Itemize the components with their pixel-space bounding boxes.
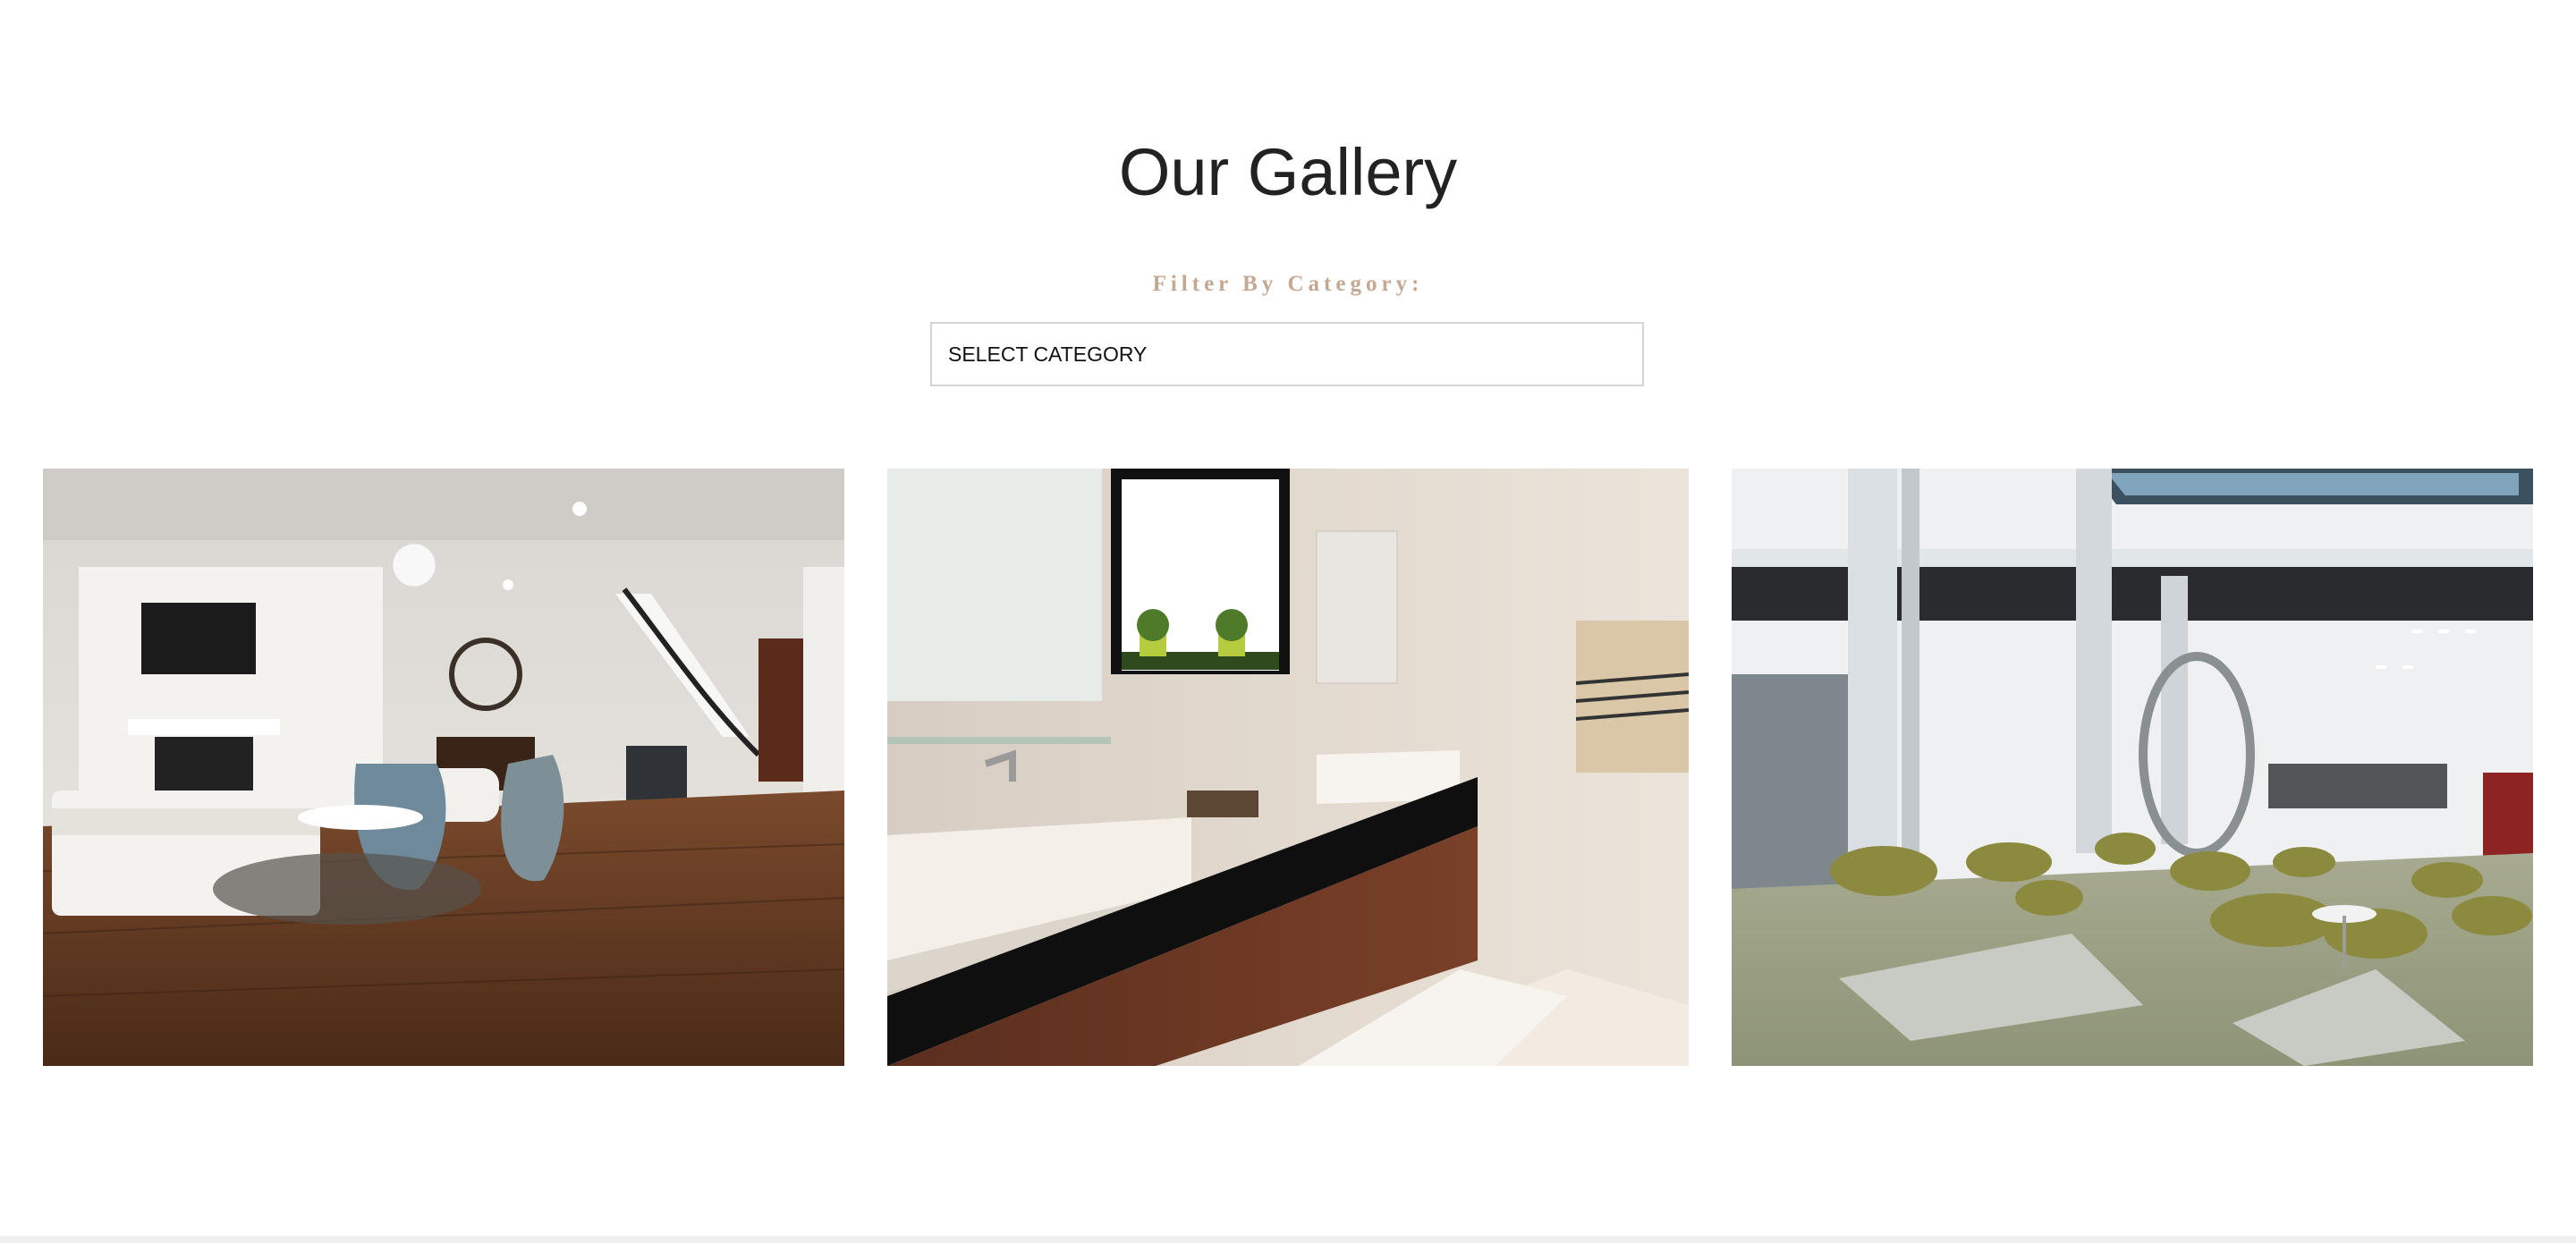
- gallery-item-office-lobby[interactable]: [1732, 469, 2533, 1066]
- footer-divider: [0, 1236, 2576, 1243]
- gallery-item-bathroom[interactable]: [887, 469, 1689, 1066]
- office-lobby-image: [1732, 469, 2533, 1066]
- gallery-grid: [43, 469, 2533, 1066]
- gallery-page: Our Gallery Filter By Category: SELECT C…: [0, 0, 2576, 1243]
- category-select-value: SELECT CATEGORY: [948, 342, 1148, 366]
- page-title: Our Gallery: [1118, 135, 1458, 209]
- gallery-item-living-room[interactable]: [43, 469, 844, 1066]
- filter-label: Filter By Category:: [1152, 272, 1424, 296]
- bathroom-image: [887, 469, 1689, 1066]
- category-select[interactable]: SELECT CATEGORY: [930, 322, 1644, 386]
- living-room-image: [43, 469, 844, 1066]
